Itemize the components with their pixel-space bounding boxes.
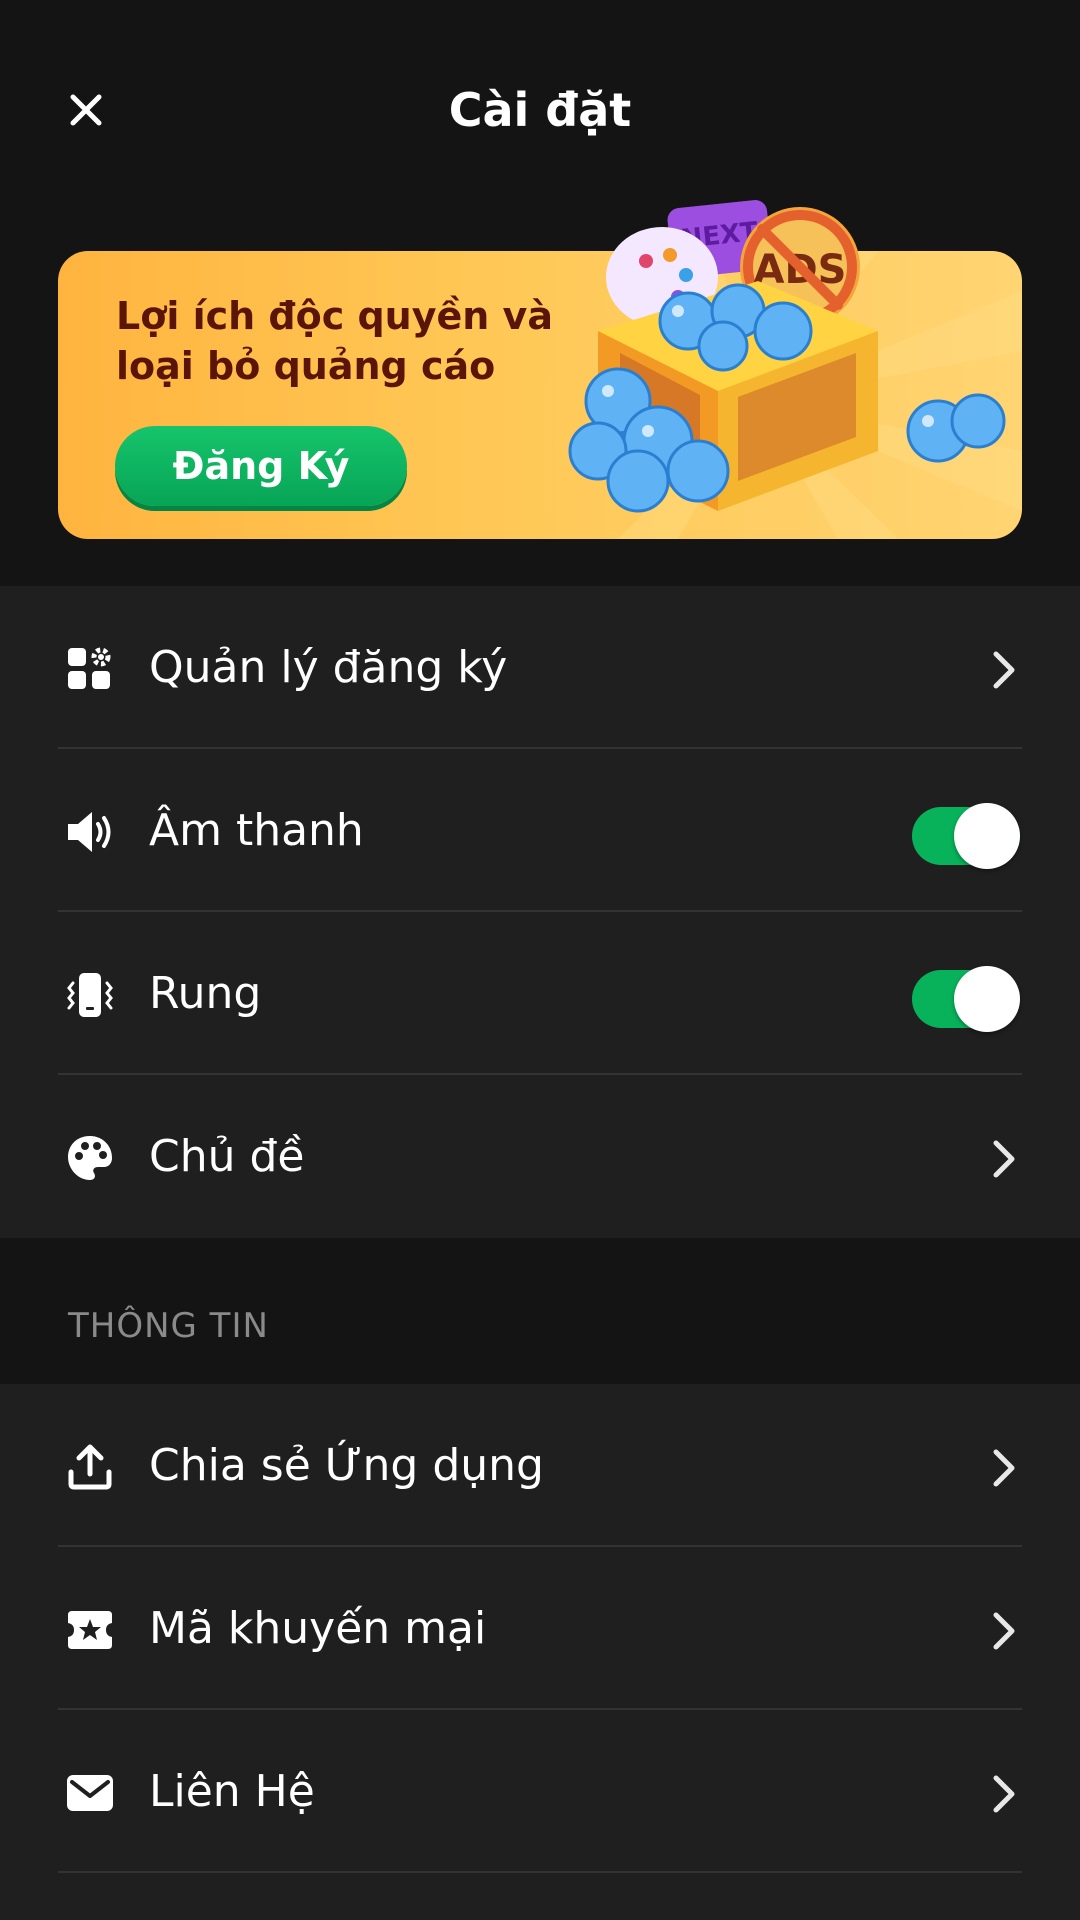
- menu-item-label: Âm thanh: [149, 805, 364, 856]
- chevron-right-icon: [993, 1775, 1015, 1813]
- menu-item-label: Quản lý đăng ký: [149, 642, 508, 693]
- vibration-toggle[interactable]: [912, 964, 1020, 1032]
- menu-item-label: Mã khuyến mại: [149, 1603, 487, 1654]
- chevron-right-icon: [993, 651, 1015, 689]
- menu-item-contact[interactable]: Liên Hệ: [0, 1710, 1080, 1873]
- speaker-icon: [66, 808, 114, 856]
- banner-headline: Lợi ích độc quyền và loại bỏ quảng cáo: [116, 294, 553, 388]
- menu-item-label: Chủ đề: [149, 1131, 305, 1182]
- palette-icon: [66, 1134, 114, 1182]
- chevron-right-icon: [993, 1140, 1015, 1178]
- info-list: Chia sẻ Ứng dụng Mã khuyến mại Liên Hệ: [0, 1384, 1080, 1920]
- share-upload-icon: [66, 1443, 114, 1491]
- page-title: Cài đặt: [448, 83, 632, 137]
- divider: [58, 1871, 1022, 1873]
- menu-item-label: Chia sẻ Ứng dụng: [149, 1440, 544, 1491]
- subscription-grid-icon: [66, 645, 114, 693]
- menu-item-manage-subscription[interactable]: Quản lý đăng ký: [0, 586, 1080, 749]
- menu-item-sound[interactable]: Âm thanh: [0, 749, 1080, 912]
- subscribe-button[interactable]: Đăng Ký: [115, 426, 407, 506]
- sound-toggle[interactable]: [912, 801, 1020, 869]
- menu-item-share-app[interactable]: Chia sẻ Ứng dụng: [0, 1384, 1080, 1547]
- chevron-right-icon: [993, 1449, 1015, 1487]
- vibrate-icon: [66, 971, 114, 1019]
- settings-list: Quản lý đăng ký Âm thanh Rung Chủ đề: [0, 586, 1080, 1238]
- mail-icon: [66, 1769, 114, 1817]
- menu-item-promo-code[interactable]: Mã khuyến mại: [0, 1547, 1080, 1710]
- menu-item-theme[interactable]: Chủ đề: [0, 1075, 1080, 1238]
- chevron-right-icon: [993, 1612, 1015, 1650]
- premium-banner[interactable]: Lợi ích độc quyền và loại bỏ quảng cáo Đ…: [58, 200, 1022, 539]
- treasure-chest-illustration: NEXT ADS: [568, 200, 1006, 513]
- menu-item-label: Rung: [149, 968, 262, 1019]
- toggle-knob: [954, 966, 1020, 1032]
- coupon-ticket-icon: [66, 1606, 114, 1654]
- menu-item-label: Liên Hệ: [149, 1766, 315, 1817]
- menu-item-vibration[interactable]: Rung: [0, 912, 1080, 1075]
- section-heading-info: THÔNG TIN: [68, 1306, 269, 1346]
- toggle-knob: [954, 803, 1020, 869]
